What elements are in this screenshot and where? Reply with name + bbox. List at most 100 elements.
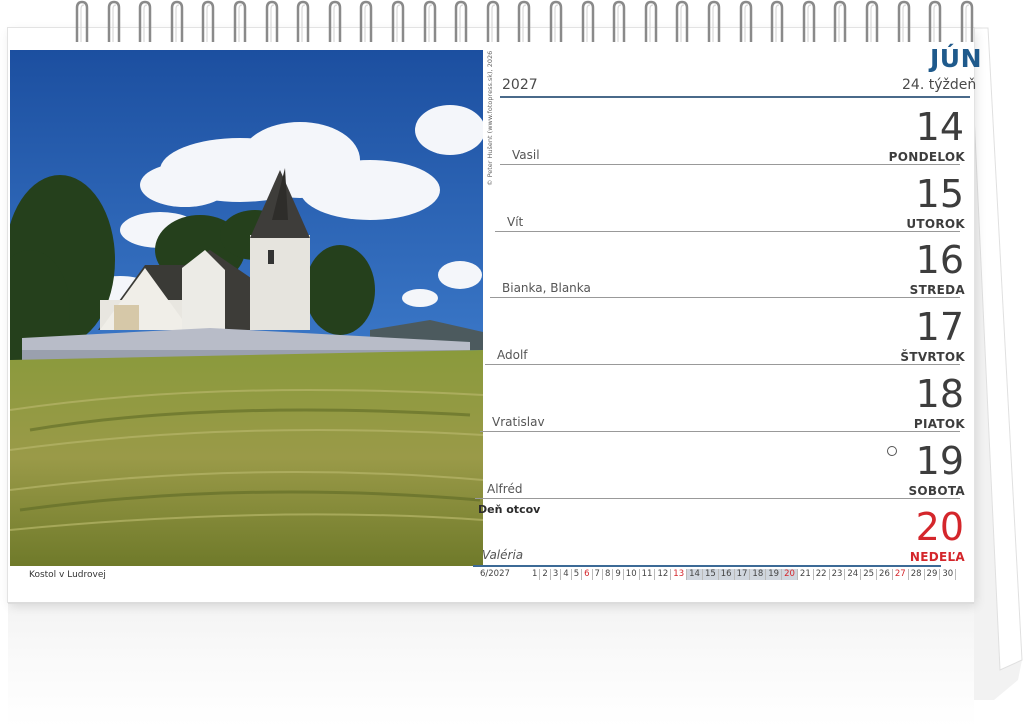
mini-month-day: 17 — [734, 569, 751, 580]
mini-month-day: 25 — [861, 569, 878, 580]
spiral-coil — [928, 0, 942, 42]
mini-month-day: 7 — [593, 569, 603, 580]
mini-month-day: 12 — [655, 569, 672, 580]
nameday: Vít — [507, 214, 524, 229]
spiral-coil — [644, 0, 658, 42]
mini-month-day: 24 — [845, 569, 862, 580]
day-number: 16 — [915, 238, 964, 283]
mini-month-day: 16 — [718, 569, 735, 580]
mini-month-day: 9 — [613, 569, 624, 580]
holiday-label: Deň otcov — [478, 503, 541, 516]
spiral-coil — [770, 0, 784, 42]
mini-month-day: 28 — [909, 569, 925, 580]
spiral-coil — [707, 0, 721, 42]
spiral-coil — [486, 0, 500, 42]
photo-credit: © Peter Hušent (www.fotopress.sk), 2026 — [486, 50, 494, 186]
day-name: SOBOTA — [908, 483, 965, 498]
month-title: JÚN — [930, 44, 983, 73]
mini-month-day: 3 — [551, 569, 562, 580]
nameday: Valéria — [482, 548, 524, 563]
mini-month-day: 5 — [572, 569, 583, 580]
mini-month-label: 6/2027 — [480, 569, 510, 579]
spiral-coil — [391, 0, 405, 42]
mini-month-day: 20 — [782, 569, 798, 580]
day-number: 15 — [915, 171, 964, 216]
day-name: PONDELOK — [888, 150, 965, 164]
year-label: 2027 — [502, 77, 538, 93]
bottom-rule — [473, 565, 941, 567]
nameday: Vratislav — [492, 414, 545, 429]
day-rule — [485, 364, 960, 366]
spiral-coil — [518, 0, 531, 42]
spiral-coil — [454, 0, 468, 42]
mini-month-day: 19 — [766, 569, 783, 580]
spiral-coil — [170, 0, 184, 42]
mini-month-day: 26 — [877, 569, 893, 580]
spiral-coil — [75, 0, 89, 42]
day-name: NEDEĽA — [909, 550, 965, 565]
day-number: 20 — [915, 505, 964, 550]
nameday: Bianka, Blanka — [502, 281, 591, 296]
mini-month-days: 1 2 3 4 5 6 7 8 9 10 11 12 13 14 15 16 17 18 19 20 21 22 23 24 2… — [530, 569, 957, 580]
spiral-coil — [676, 0, 689, 42]
photo-caption: Kostol v Ludrovej — [29, 570, 106, 580]
spiral-coil — [423, 0, 436, 42]
mini-month-day: 23 — [830, 569, 846, 580]
calendar-stand-side — [970, 27, 1023, 700]
mini-month-day: 2 — [540, 569, 551, 580]
mini-month-day: 6 — [582, 569, 593, 580]
landscape-photo — [10, 50, 483, 566]
mini-month-day: 13 — [671, 569, 688, 580]
spiral-coil — [202, 0, 215, 42]
spiral-coil — [360, 0, 373, 42]
spiral-coil — [802, 0, 816, 42]
spiral-coil — [107, 0, 120, 42]
spiral-coil — [897, 0, 910, 42]
nameday: Adolf — [497, 348, 528, 363]
mini-month-day: 22 — [814, 569, 830, 580]
spiral-coil — [265, 0, 278, 42]
spiral-coil — [612, 0, 626, 42]
mini-month-day: 15 — [702, 569, 719, 580]
day-name: STREDA — [909, 283, 965, 298]
spiral-coil — [328, 0, 342, 42]
mini-month-day: 30 — [940, 569, 957, 580]
spiral-coil — [739, 0, 752, 42]
spiral-coil — [138, 0, 152, 42]
spiral-coil — [865, 0, 879, 42]
spiral-coil — [834, 0, 847, 42]
day-number: 14 — [915, 105, 964, 149]
mini-month-day: 14 — [687, 569, 703, 580]
mini-month-day: 1 — [530, 569, 541, 580]
day-number: 18 — [915, 371, 964, 416]
spiral-coil — [581, 0, 594, 42]
page-edge — [8, 602, 974, 604]
day-rule — [500, 164, 960, 165]
mini-month-day: 8 — [603, 569, 614, 580]
mini-month-day: 21 — [798, 569, 814, 580]
nameday: Alfréd — [487, 481, 523, 496]
day-rule — [490, 297, 960, 299]
mini-month-day: 29 — [925, 569, 941, 580]
day-rule — [495, 230, 960, 232]
mini-month: 6/2027 1 2 3 4 5 6 7 8 9 10 11 12 13 14 15 16 17 18 19 20 21… — [480, 569, 957, 581]
day-name: UTOROK — [906, 216, 965, 231]
mini-month-day: 27 — [893, 569, 909, 580]
day-rule — [480, 430, 960, 432]
nameday: Vasil — [512, 148, 540, 162]
spiral-coil — [233, 0, 247, 42]
day-name: ŠTVRTOK — [900, 350, 965, 365]
mini-month-day: 18 — [750, 569, 767, 580]
mini-month-day: 11 — [640, 569, 656, 580]
mini-month-day: 4 — [561, 569, 572, 580]
day-name: PIATOK — [913, 416, 965, 431]
day-number: 17 — [915, 305, 964, 350]
header-rule — [500, 96, 970, 98]
mini-month-day: 10 — [624, 569, 640, 580]
moon-phase-icon — [887, 446, 897, 456]
day-rule — [475, 497, 960, 499]
week-label: 24. týždeň — [902, 77, 977, 93]
calendar-base — [8, 602, 974, 727]
spiral-coil — [296, 0, 310, 42]
spiral-coil — [549, 0, 563, 42]
